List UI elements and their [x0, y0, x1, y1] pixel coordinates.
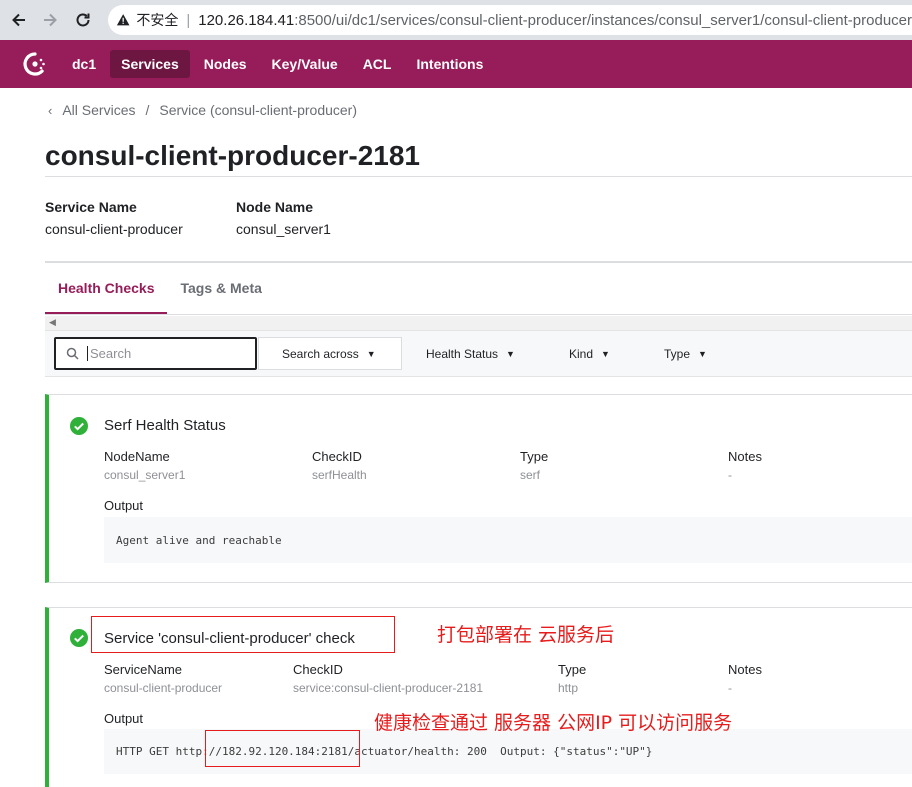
output-label: Output [104, 498, 144, 513]
divider [45, 261, 912, 263]
search-icon [66, 347, 79, 360]
type-dropdown[interactable]: Type ▼ [664, 347, 707, 361]
annotation-deployed: 打包部署在 云服务后 [437, 624, 615, 646]
check-circle-icon [70, 417, 88, 435]
annotation-health-passed: 健康检查通过 服务器 公网IP 可以访问服务 [374, 712, 733, 734]
annotation-box [205, 730, 360, 767]
chevron-down-icon: ▼ [698, 349, 707, 359]
tab-bar: Health Checks Tags & Meta [45, 270, 275, 315]
chevron-down-icon: ▼ [601, 349, 610, 359]
breadcrumb: ‹ All Services / Service (consul-client-… [48, 102, 357, 118]
chevron-down-icon: ▼ [366, 348, 376, 359]
forward-arrow-icon[interactable] [39, 9, 61, 31]
node-name-block: Node Name consul_server1 [236, 199, 331, 237]
nav-intentions[interactable]: Intentions [405, 50, 494, 78]
search-across-label: Search across [282, 346, 359, 361]
field-value: http [558, 681, 579, 695]
warning-icon [116, 14, 130, 26]
check-circle-icon [70, 629, 88, 647]
breadcrumb-service[interactable]: Service (consul-client-producer) [159, 102, 357, 118]
field-label: Type [520, 449, 549, 464]
breadcrumb-all-services[interactable]: All Services [62, 102, 135, 118]
node-name-label: Node Name [236, 199, 314, 215]
url-host: 120.26.184.41 [198, 11, 295, 29]
search-box[interactable] [54, 337, 257, 370]
field-label: CheckID [293, 662, 343, 677]
datacenter-selector[interactable]: dc1 [72, 56, 96, 72]
nav-key-value[interactable]: Key/Value [261, 50, 349, 78]
back-arrow-icon[interactable] [8, 9, 30, 31]
node-name-value[interactable]: consul_server1 [236, 221, 331, 237]
field-value: consul-client-producer [104, 681, 223, 695]
scroll-left-arrow-icon[interactable]: ◀ [49, 317, 56, 328]
field-value: service:consul-client-producer-2181 [293, 681, 484, 695]
field-value: - [728, 468, 732, 482]
divider [45, 314, 912, 315]
nav-acl[interactable]: ACL [352, 50, 403, 78]
field-value: consul_server1 [104, 468, 186, 482]
output-label: Output [104, 711, 144, 726]
health-status-dropdown[interactable]: Health Status ▼ [426, 347, 515, 361]
url-path: :8500/ui/dc1/services/consul-client-prod… [294, 11, 912, 29]
kind-dropdown[interactable]: Kind ▼ [569, 347, 610, 361]
filter-bar: Search across ▼ Health Status ▼ Kind ▼ Type… [45, 331, 912, 377]
service-name-label: Service Name [45, 199, 137, 215]
reload-icon[interactable] [72, 9, 94, 31]
service-name-block: Service Name consul-client-producer [45, 199, 183, 237]
address-bar[interactable]: 不安全 | 120.26.184.41:8500/ui/dc1/services… [108, 5, 912, 35]
nav-services[interactable]: Services [110, 50, 190, 78]
consul-logo-icon[interactable] [20, 49, 50, 79]
field-label: Notes [728, 449, 762, 464]
chevron-down-icon: ▼ [506, 349, 515, 359]
annotation-box [91, 616, 395, 653]
field-label: Type [558, 662, 587, 677]
insecure-label: 不安全 [136, 12, 179, 28]
health-status-label: Health Status [426, 347, 499, 361]
field-label: CheckID [312, 449, 362, 464]
app-header: dc1 Services Nodes Key/Value ACL Intenti… [0, 40, 912, 88]
page-title: consul-client-producer-2181 [45, 140, 420, 171]
chevron-left-icon: ‹ [48, 102, 53, 118]
field-value: - [728, 681, 732, 695]
kind-label: Kind [569, 347, 594, 361]
nav-nodes[interactable]: Nodes [193, 50, 258, 78]
health-check-card: Serf Health Status NodeName consul_serve… [45, 394, 912, 583]
search-input[interactable] [87, 346, 237, 361]
field-label: ServiceName [104, 662, 183, 677]
browser-toolbar: 不安全 | 120.26.184.41:8500/ui/dc1/services… [0, 0, 912, 40]
tab-health-checks[interactable]: Health Checks [45, 270, 168, 315]
service-name-value: consul-client-producer [45, 221, 183, 237]
breadcrumb-separator: / [145, 102, 150, 118]
output-box: Agent alive and reachable [104, 517, 912, 563]
url-divider: | [186, 11, 191, 29]
field-value: serfHealth [312, 468, 367, 482]
search-across-dropdown[interactable]: Search across ▼ [258, 337, 402, 370]
horizontal-scrollbar[interactable]: ◀ [45, 316, 912, 331]
field-label: Notes [728, 662, 762, 677]
field-label: NodeName [104, 449, 170, 464]
type-label: Type [664, 347, 691, 361]
divider [45, 176, 912, 177]
tab-tags-meta[interactable]: Tags & Meta [167, 270, 274, 315]
check-title: Serf Health Status [104, 417, 226, 434]
field-value: serf [520, 468, 541, 482]
